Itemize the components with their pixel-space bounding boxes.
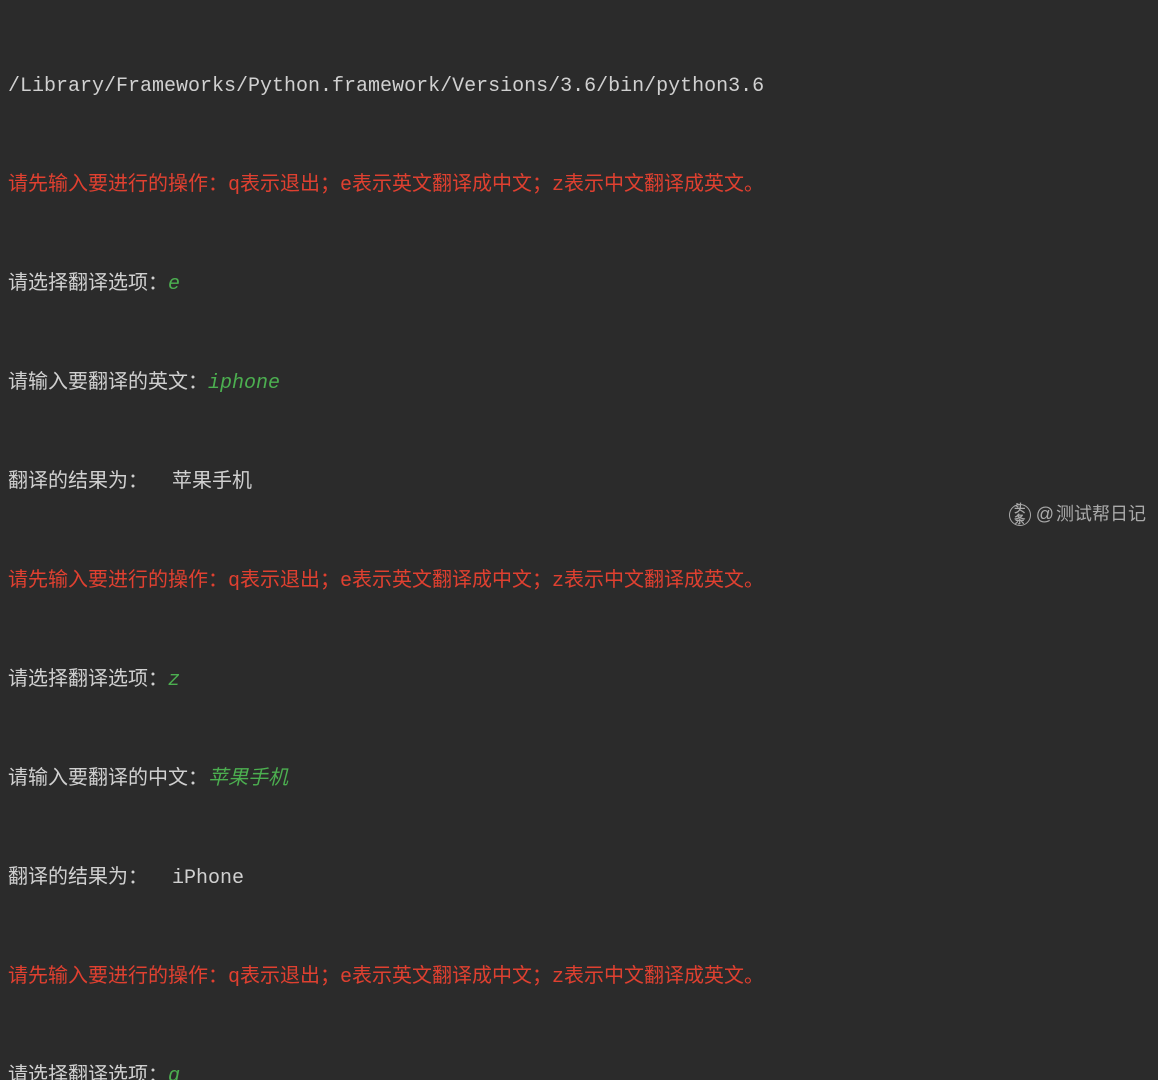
python-path: /Library/Frameworks/Python.framework/Ver… xyxy=(8,70,1150,103)
input-line-2: 请输入要翻译的中文：苹果手机 xyxy=(8,763,1150,796)
watermark-logo-icon: 头条 xyxy=(1009,504,1031,526)
user-input-option: q xyxy=(168,1065,180,1080)
user-input-text: 苹果手机 xyxy=(208,768,288,791)
select-line-2: 请选择翻译选项：z xyxy=(8,664,1150,697)
terminal-output: /Library/Frameworks/Python.framework/Ver… xyxy=(8,4,1150,1080)
input-en-prompt: 请输入要翻译的英文： xyxy=(8,372,208,395)
result-value: 苹果手机 xyxy=(172,471,252,494)
result-line-2: 翻译的结果为： iPhone xyxy=(8,862,1150,895)
select-prompt: 请选择翻译选项： xyxy=(8,273,168,296)
instruction-line: 请先输入要进行的操作：q表示退出；e表示英文翻译成中文；z表示中文翻译成英文。 xyxy=(8,565,1150,598)
select-prompt: 请选择翻译选项： xyxy=(8,669,168,692)
input-zh-prompt: 请输入要翻译的中文： xyxy=(8,768,208,791)
user-input-option: z xyxy=(168,669,180,692)
watermark-at: @ xyxy=(1036,500,1054,530)
instruction-line: 请先输入要进行的操作：q表示退出；e表示英文翻译成中文；z表示中文翻译成英文。 xyxy=(8,169,1150,202)
user-input-text: iphone xyxy=(208,372,280,395)
result-prompt: 翻译的结果为： xyxy=(8,867,172,890)
select-prompt: 请选择翻译选项： xyxy=(8,1065,168,1080)
instruction-line: 请先输入要进行的操作：q表示退出；e表示英文翻译成中文；z表示中文翻译成英文。 xyxy=(8,961,1150,994)
watermark: 头条 @ 测试帮日记 xyxy=(1009,500,1146,530)
input-line-1: 请输入要翻译的英文：iphone xyxy=(8,367,1150,400)
select-line-1: 请选择翻译选项：e xyxy=(8,268,1150,301)
watermark-name: 测试帮日记 xyxy=(1056,500,1146,530)
user-input-option: e xyxy=(168,273,180,296)
result-value: iPhone xyxy=(172,867,244,890)
result-prompt: 翻译的结果为： xyxy=(8,471,172,494)
select-line-3: 请选择翻译选项：q xyxy=(8,1060,1150,1080)
result-line-1: 翻译的结果为： 苹果手机 xyxy=(8,466,1150,499)
